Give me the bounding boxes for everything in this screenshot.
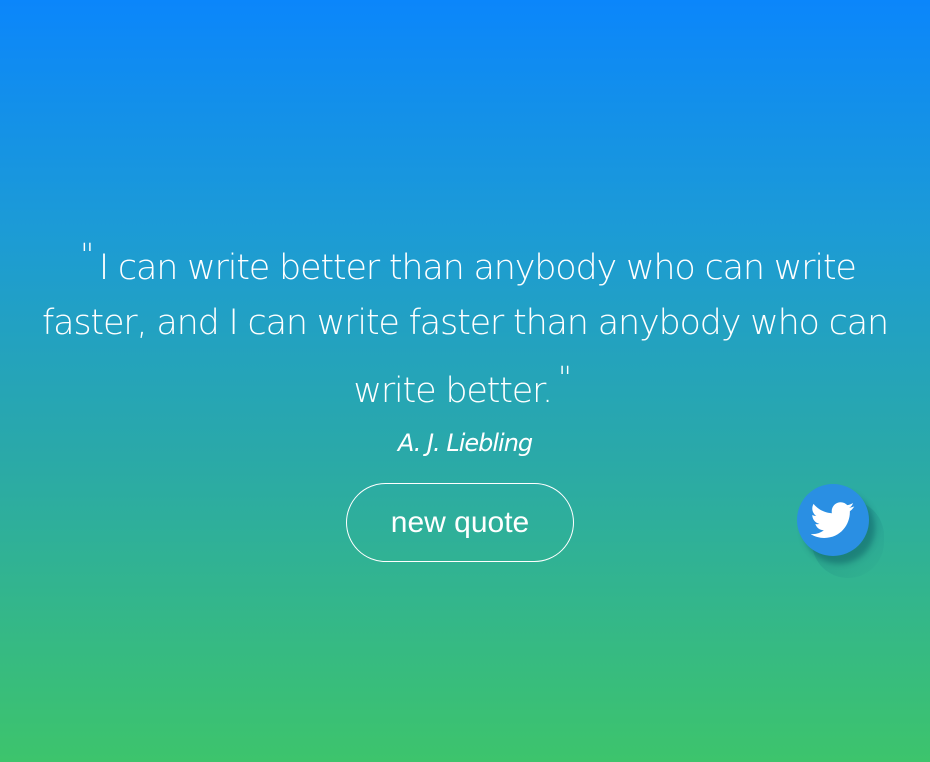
quote-author: A. J. Liebling <box>397 429 533 457</box>
quote-box: " I can write better than anybody who can… <box>40 228 890 457</box>
close-quote-mark: " <box>557 361 572 396</box>
tweet-button[interactable] <box>797 484 869 556</box>
twitter-bird-icon <box>811 502 855 538</box>
quote-text-block: " I can write better than anybody who can… <box>40 228 890 419</box>
open-quote-mark: " <box>80 238 94 273</box>
new-quote-button[interactable]: new quote <box>346 483 574 562</box>
quote-text: I can write better than anybody who can … <box>42 248 889 411</box>
